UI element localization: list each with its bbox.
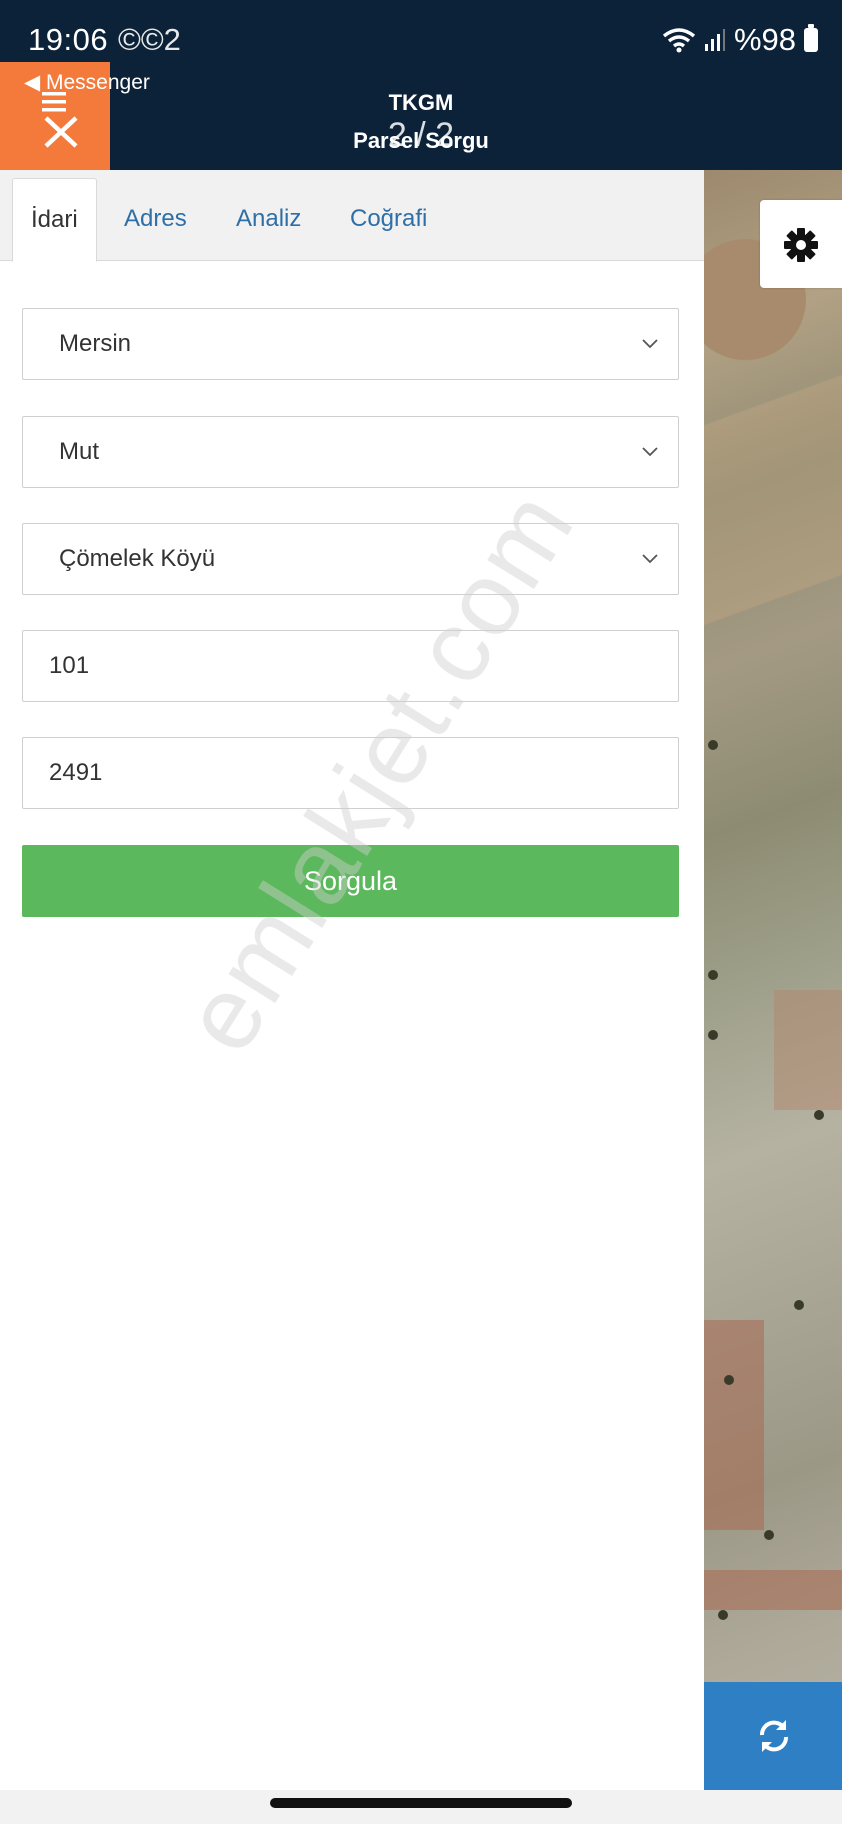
chevron-down-icon — [642, 447, 658, 457]
map-tree — [724, 1375, 734, 1385]
refresh-icon — [759, 1720, 789, 1752]
tab-analiz[interactable]: Analiz — [218, 178, 319, 260]
map-field-patch — [704, 1320, 764, 1530]
map-tree — [708, 740, 718, 750]
home-indicator[interactable] — [270, 1798, 572, 1808]
neighborhood-value: Çömelek Köyü — [59, 545, 216, 572]
map-field-patch — [704, 374, 842, 626]
block-number-input[interactable]: 101 — [22, 630, 679, 702]
gear-icon — [784, 228, 818, 262]
battery-icon — [804, 24, 818, 52]
tab-idari[interactable]: İdari — [12, 178, 97, 262]
map-tree — [814, 1110, 824, 1120]
app-header: ◀ Messenger 2 / 2 TKGM Parsel Sorgu — [0, 62, 842, 170]
query-button[interactable]: Sorgula — [22, 845, 679, 917]
status-bar: 19:06 ©©2 %98 — [0, 0, 842, 62]
query-panel: İdari Adres Analiz Coğrafi Mersin Mut Çö… — [0, 170, 704, 1790]
battery-percentage: %98 — [733, 22, 796, 57]
tab-adres[interactable]: Adres — [106, 178, 205, 260]
app-subtitle: Parsel Sorgu — [353, 128, 489, 153]
satellite-map[interactable] — [704, 170, 842, 1790]
block-number-value: 101 — [49, 652, 90, 679]
district-select[interactable]: Mut — [22, 416, 679, 488]
map-tree — [794, 1300, 804, 1310]
status-notification-icons: ©©2 — [118, 22, 181, 57]
province-value: Mersin — [59, 330, 132, 357]
district-value: Mut — [59, 438, 100, 465]
province-select[interactable]: Mersin — [22, 308, 679, 380]
map-tree — [708, 1030, 718, 1040]
neighborhood-select[interactable]: Çömelek Köyü — [22, 523, 679, 595]
status-time: 19:06 — [28, 22, 109, 57]
tab-bar: İdari Adres Analiz Coğrafi — [0, 170, 704, 262]
map-tree — [708, 970, 718, 980]
back-to-messenger-link[interactable]: ◀ Messenger — [24, 70, 150, 95]
settings-button[interactable] — [760, 200, 842, 288]
refresh-button[interactable] — [704, 1682, 842, 1790]
chevron-down-icon — [642, 554, 658, 564]
map-field-patch — [774, 990, 842, 1110]
tab-cografi[interactable]: Coğrafi — [332, 178, 445, 260]
map-tree — [718, 1610, 728, 1620]
map-field-patch — [704, 1570, 842, 1610]
parcel-number-value: 2491 — [49, 759, 103, 786]
chevron-down-icon — [642, 339, 658, 349]
status-indicators: %98 — [662, 22, 818, 58]
wifi-icon — [662, 28, 696, 53]
signal-icon — [704, 29, 725, 51]
map-tree — [764, 1530, 774, 1540]
parcel-number-input[interactable]: 2491 — [22, 737, 679, 809]
